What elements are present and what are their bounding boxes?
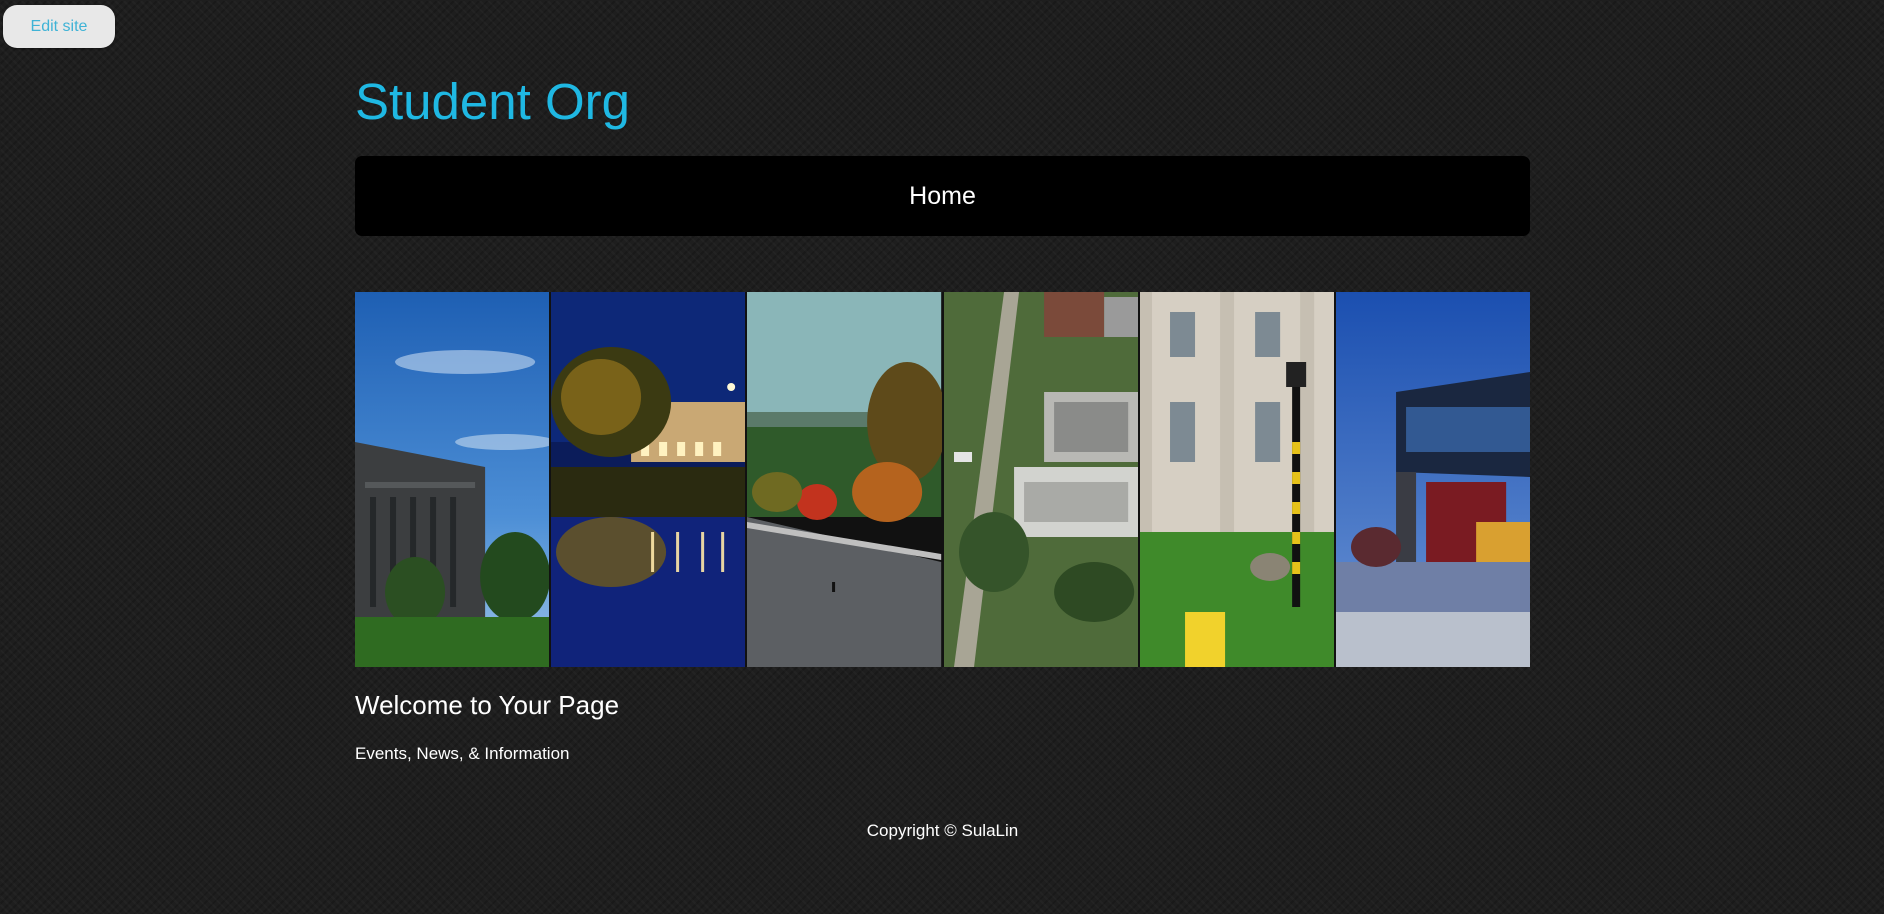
nav-item-home[interactable]: Home: [909, 182, 976, 211]
main-nav: Home: [355, 156, 1530, 236]
aerial-campus-photo: [943, 292, 1138, 667]
night-reflection-photo: [551, 292, 746, 667]
footer-copyright: Copyright © SulaLin: [866, 821, 1019, 840]
site-title[interactable]: Student Org: [355, 70, 630, 134]
autumn-street-photo: [747, 292, 942, 667]
edit-site-button[interactable]: Edit site: [3, 5, 115, 48]
old-capitol-lamppost-photo: [1139, 292, 1334, 667]
welcome-heading: Welcome to Your Page: [355, 690, 620, 720]
modern-building-dusk-photo: [1335, 292, 1531, 667]
banner-image-strip: [355, 292, 1531, 667]
campus-building-sky-photo: [355, 292, 550, 667]
welcome-subheading: Events, News, & Information: [355, 744, 570, 763]
